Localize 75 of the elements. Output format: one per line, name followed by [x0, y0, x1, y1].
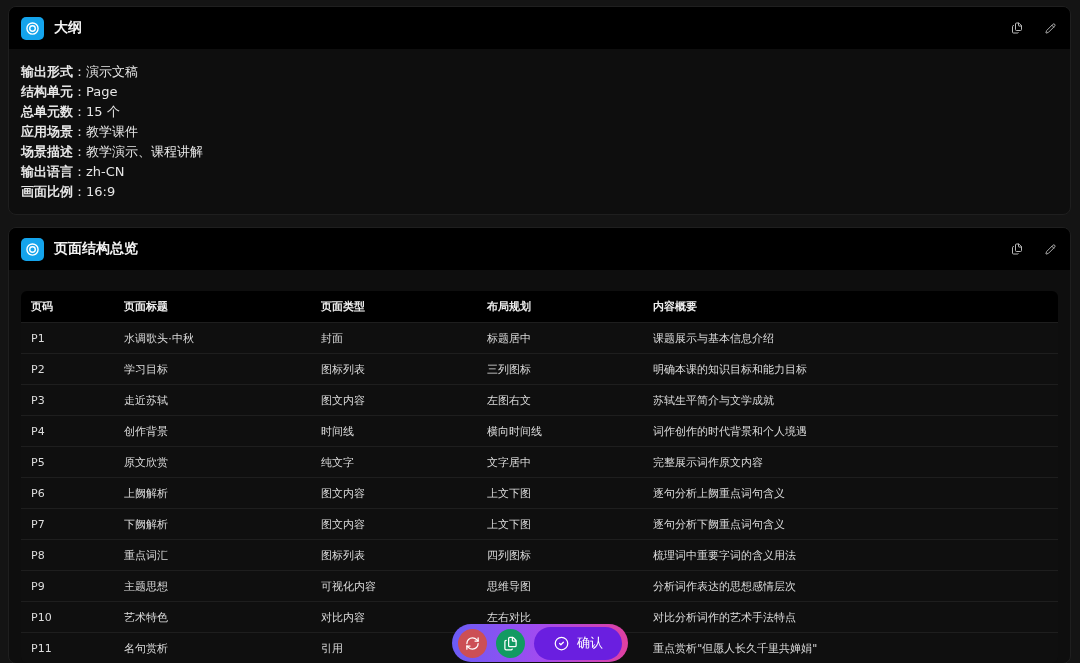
table-cell: 完整展示词作原文内容 — [643, 446, 1058, 478]
outline-field: 应用场景：教学课件 — [21, 123, 1058, 141]
table-cell: 封面 — [311, 322, 478, 354]
table-cell: 分析词作表达的思想感情层次 — [643, 570, 1058, 602]
column-header: 页面标题 — [114, 291, 312, 323]
copy-icon[interactable] — [1009, 241, 1025, 257]
target-icon — [21, 16, 44, 40]
table-cell: 主题思想 — [114, 570, 312, 602]
table-cell: 词作创作的时代背景和个人境遇 — [643, 415, 1058, 447]
column-header: 页面类型 — [311, 291, 478, 323]
table-cell: 创作背景 — [114, 415, 312, 447]
table-cell: 可视化内容 — [311, 570, 478, 602]
table-cell: 对比分析词作的艺术手法特点 — [643, 601, 1058, 633]
copy-icon[interactable] — [1009, 20, 1025, 36]
table-cell: 思维导图 — [477, 570, 644, 602]
table-cell: 图标列表 — [311, 353, 478, 385]
outline-field: 输出形式：演示文稿 — [21, 63, 1058, 81]
table-cell: 重点词汇 — [114, 539, 312, 571]
table-cell: 上文下图 — [477, 477, 644, 509]
outline-field: 画面比例：16:9 — [21, 183, 1058, 201]
refresh-button[interactable] — [458, 628, 487, 658]
table-cell: 明确本课的知识目标和能力目标 — [643, 353, 1058, 385]
table-cell: P7 — [21, 508, 115, 540]
outline-field: 输出语言：zh-CN — [21, 163, 1058, 181]
table-cell: 梳理词中重要字词的含义用法 — [643, 539, 1058, 571]
column-header: 布局规划 — [477, 291, 644, 323]
table-cell: 标题居中 — [477, 322, 644, 354]
table-cell: P9 — [21, 570, 115, 602]
table-cell: 横向时间线 — [477, 415, 644, 447]
table-cell: 纯文字 — [311, 446, 478, 478]
table-cell: P8 — [21, 539, 115, 571]
confirm-button[interactable]: 确认 — [534, 626, 622, 660]
table-cell: 学习目标 — [114, 353, 312, 385]
table-cell: 下阙解析 — [114, 508, 312, 540]
card-title: 大纲 — [54, 19, 83, 37]
table-cell: P6 — [21, 477, 115, 509]
table-cell: P5 — [21, 446, 115, 478]
table-cell: 水调歌头·中秋 — [114, 322, 312, 354]
table-cell: P1 — [21, 322, 115, 354]
card-title: 页面结构总览 — [54, 240, 139, 258]
table-cell: 逐句分析下阙重点词句含义 — [643, 508, 1058, 540]
table-cell: P10 — [21, 601, 115, 633]
table-cell: 左图右文 — [477, 384, 644, 416]
outline-field: 总单元数：15 个 — [21, 103, 1058, 121]
table-cell: 原文欣赏 — [114, 446, 312, 478]
target-icon — [21, 237, 44, 261]
table-cell: 图文内容 — [311, 508, 478, 540]
table-cell: 苏轼生平简介与文学成就 — [643, 384, 1058, 416]
outline-field: 结构单元：Page — [21, 83, 1058, 101]
table-cell: 逐句分析上阙重点词句含义 — [643, 477, 1058, 509]
table-cell: 三列图标 — [477, 353, 644, 385]
table-cell: 走近苏轼 — [114, 384, 312, 416]
copy-icon — [503, 635, 518, 651]
pencil-icon[interactable] — [1043, 20, 1058, 36]
pencil-icon[interactable] — [1043, 241, 1058, 257]
table-cell: P3 — [21, 384, 115, 416]
table-cell: 图文内容 — [311, 477, 478, 509]
table-cell: P2 — [21, 353, 115, 385]
table-cell: 图文内容 — [311, 384, 478, 416]
check-circle-icon — [553, 635, 569, 651]
table-cell: 对比内容 — [311, 601, 478, 633]
table-cell: 上文下图 — [477, 508, 644, 540]
column-header: 内容概要 — [643, 291, 1058, 323]
table-cell: 艺术特色 — [114, 601, 312, 633]
column-header: 页码 — [21, 291, 115, 323]
table-cell: 文字居中 — [477, 446, 644, 478]
table-cell: P4 — [21, 415, 115, 447]
table-cell: 时间线 — [311, 415, 478, 447]
table-cell: 图标列表 — [311, 539, 478, 571]
table-cell: 上阙解析 — [114, 477, 312, 509]
refresh-icon — [465, 635, 480, 651]
copy-button[interactable] — [496, 628, 525, 658]
table-cell: 四列图标 — [477, 539, 644, 571]
outline-field: 场景描述：教学演示、课程讲解 — [21, 143, 1058, 161]
table-cell: 课题展示与基本信息介绍 — [643, 322, 1058, 354]
